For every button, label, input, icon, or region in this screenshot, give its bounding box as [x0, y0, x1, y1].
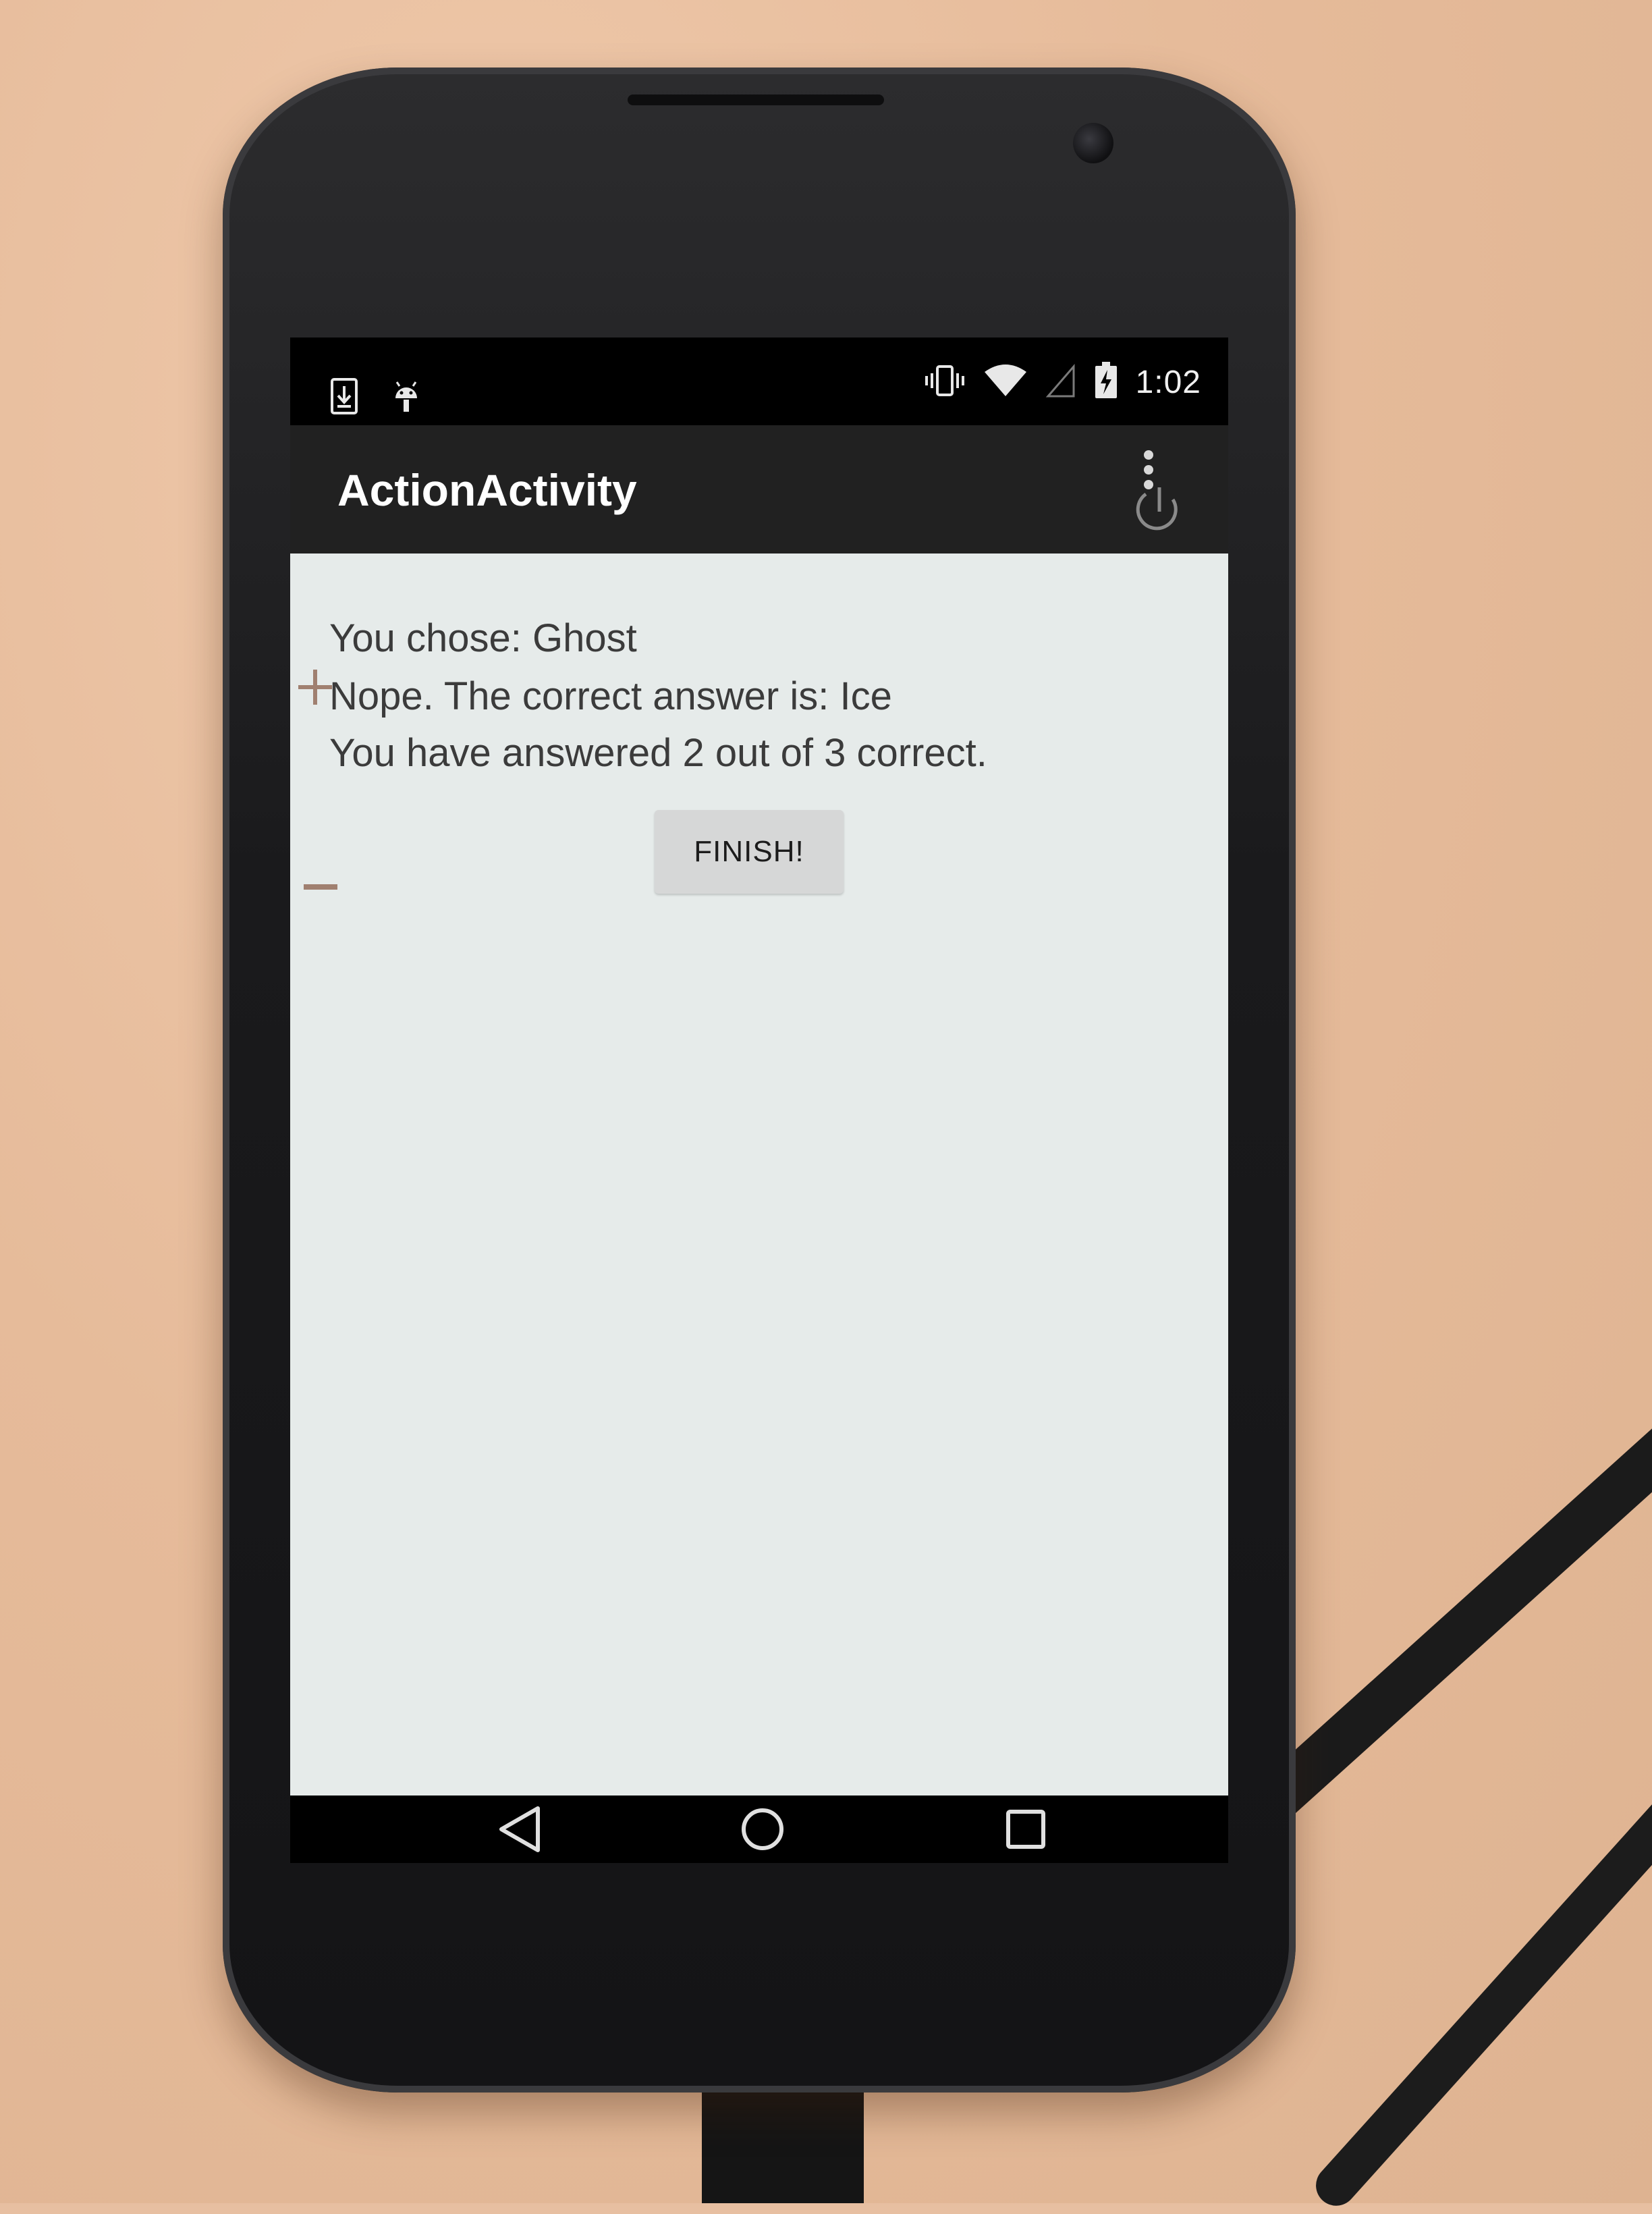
overflow-menu-icon	[1136, 450, 1178, 531]
back-icon	[499, 1806, 540, 1852]
plus-mark-icon	[298, 667, 332, 707]
recents-icon	[1006, 1810, 1045, 1849]
overflow-menu-button[interactable]	[1134, 446, 1188, 533]
recents-button[interactable]	[972, 1796, 1080, 1863]
cell-signal-icon	[1045, 362, 1076, 402]
result-text: Nope. The correct answer is: Ice	[329, 674, 892, 718]
clock-time: 1:02	[1135, 364, 1201, 400]
phone-screen: 1:02 ActionActivity You chose: Ghost Nop…	[290, 338, 1228, 1863]
chosen-answer-text: You chose: Ghost	[329, 616, 637, 660]
wifi-icon	[983, 362, 1028, 402]
android-debug-icon	[391, 378, 421, 418]
status-bar: 1:02	[290, 338, 1228, 425]
score-text: You have answered 2 out of 3 correct.	[329, 731, 987, 775]
earpiece-speaker	[628, 94, 884, 105]
system-icons: 1:02	[924, 362, 1201, 403]
app-title: ActionActivity	[337, 465, 637, 515]
activity-content: You chose: Ghost Nope. The correct answe…	[290, 554, 1228, 1796]
battery-charging-icon	[1094, 362, 1118, 403]
navigation-bar	[290, 1796, 1228, 1863]
notification-icons	[331, 378, 421, 418]
front-camera	[1073, 123, 1113, 163]
back-button[interactable]	[466, 1796, 574, 1863]
home-icon	[742, 1808, 783, 1850]
download-notification-icon	[331, 378, 358, 418]
vibrate-icon	[924, 362, 966, 402]
phone-device: 1:02 ActionActivity You chose: Ghost Nop…	[223, 68, 1296, 2092]
action-bar: ActionActivity	[290, 425, 1228, 554]
minus-mark-icon	[304, 884, 337, 890]
finish-button[interactable]: FINISH!	[655, 810, 844, 894]
home-button[interactable]	[709, 1796, 817, 1863]
